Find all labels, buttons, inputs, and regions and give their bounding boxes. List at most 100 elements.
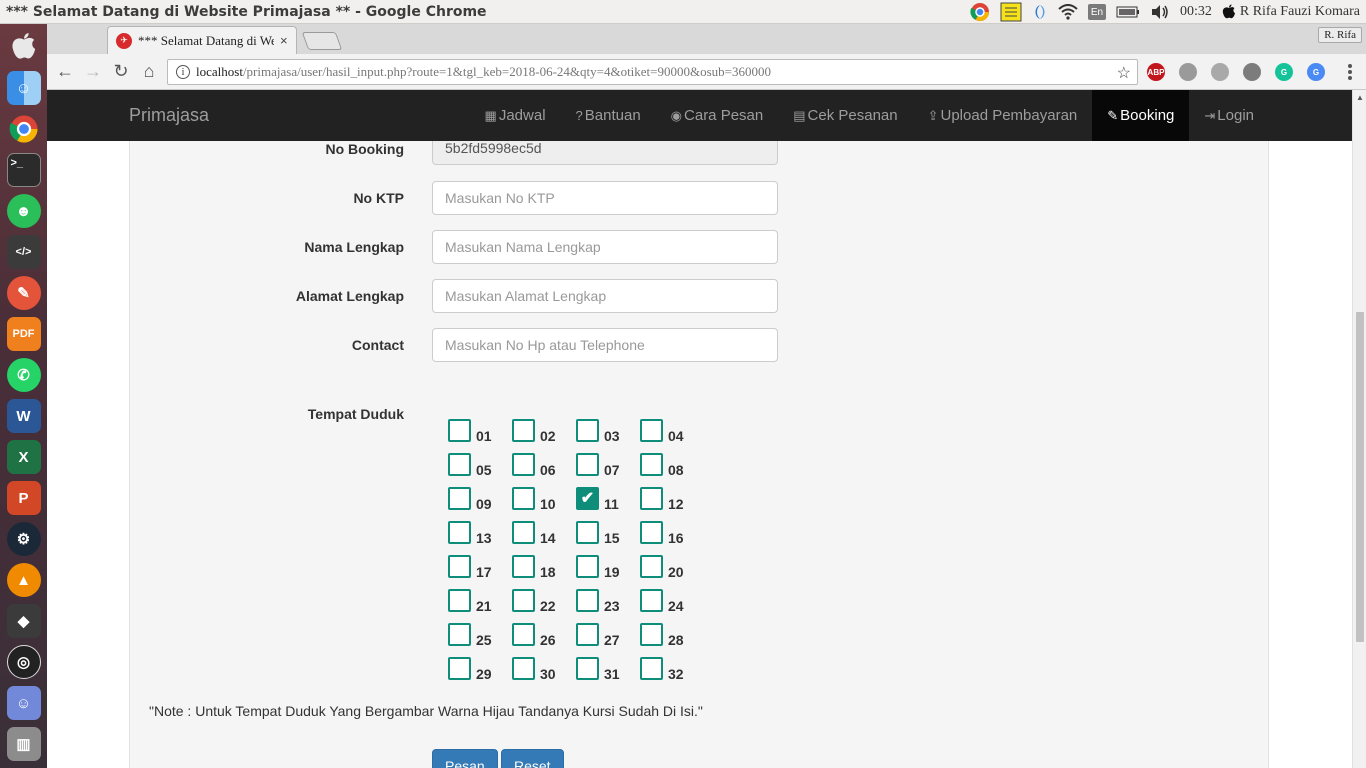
seat-03[interactable]: 03 [576,419,640,453]
seat-01[interactable]: 01 [448,419,512,453]
android-icon[interactable]: ☻ [6,194,41,228]
notes-tray-icon[interactable] [1000,2,1022,22]
seat-16[interactable]: 16 [640,521,704,555]
seat-24[interactable]: 24 [640,589,704,623]
seat-checkbox[interactable] [448,623,471,646]
site-brand[interactable]: Primajasa [129,105,209,126]
seat-checkbox[interactable] [512,453,535,476]
seat-checkbox[interactable] [512,589,535,612]
seat-checkbox[interactable] [576,623,599,646]
seat-14[interactable]: 14 [512,521,576,555]
seat-checkbox[interactable] [576,589,599,612]
seat-23[interactable]: 23 [576,589,640,623]
seat-checkbox[interactable] [640,487,663,510]
nav-booking[interactable]: ✎ Booking [1092,90,1190,141]
seat-09[interactable]: 09 [448,487,512,521]
chrome-icon[interactable] [7,112,41,146]
grammarly-icon[interactable]: G [1275,63,1293,81]
wifi-icon[interactable] [1058,4,1078,20]
nama-lengkap-input[interactable]: Masukan Nama Lengkap [432,230,778,264]
sync-tray-icon[interactable] [1032,3,1048,21]
forward-arrow-icon[interactable]: → [83,62,103,80]
seat-18[interactable]: 18 [512,555,576,589]
seat-checkbox[interactable] [512,555,535,578]
excel-icon[interactable]: X [6,440,41,474]
seat-15[interactable]: 15 [576,521,640,555]
page-scrollbar[interactable]: ▲ [1352,90,1366,768]
back-arrow-icon[interactable]: ← [55,62,75,80]
bookmark-star-icon[interactable]: ☆ [1117,63,1131,83]
seat-31[interactable]: 31 [576,657,640,691]
seat-25[interactable]: 25 [448,623,512,657]
seat-checkbox[interactable] [448,419,471,442]
globe-icon[interactable] [1211,63,1229,81]
seat-11[interactable]: ✔ 11 [576,487,640,521]
seat-13[interactable]: 13 [448,521,512,555]
seat-checkbox[interactable] [448,487,471,510]
whatsapp-icon[interactable]: ✆ [6,358,41,392]
seat-30[interactable]: 30 [512,657,576,691]
battery-icon[interactable] [1116,6,1140,18]
keyboard-language-indicator[interactable]: En [1087,4,1106,20]
code-editor-icon[interactable]: </> [6,235,41,269]
steam-icon[interactable]: ⚙ [6,522,41,556]
seat-checkbox[interactable] [512,521,535,544]
nav-upload-pembayaran[interactable]: ⇪ Upload Pembayaran [913,90,1093,141]
chrome-tray-icon[interactable] [970,2,990,22]
pesan-button[interactable]: Pesan [432,749,498,768]
translate-icon[interactable]: G [1307,63,1325,81]
clock[interactable]: 00:32 [1180,4,1212,20]
close-tab-icon[interactable]: × [280,33,288,48]
apple-icon[interactable] [7,30,41,64]
chat-icon[interactable] [1243,63,1261,81]
chrome-menu-icon[interactable] [1348,64,1352,80]
seat-08[interactable]: 08 [640,453,704,487]
seat-checkbox[interactable] [640,521,663,544]
seat-checkbox[interactable] [448,453,471,476]
seat-checkbox[interactable] [448,555,471,578]
seat-checkbox[interactable]: ✔ [576,487,599,510]
seat-checkbox[interactable] [576,657,599,680]
seat-checkbox[interactable] [576,419,599,442]
finder-icon[interactable]: ☺ [6,71,41,105]
seat-02[interactable]: 02 [512,419,576,453]
nav-jadwal[interactable]: ▦ Jadwal [470,90,561,141]
vlc-icon[interactable]: ▲ [6,563,41,597]
seat-17[interactable]: 17 [448,555,512,589]
home-icon[interactable]: ⌂ [139,62,159,80]
seat-22[interactable]: 22 [512,589,576,623]
reset-button[interactable]: Reset [501,749,564,768]
seat-21[interactable]: 21 [448,589,512,623]
seat-checkbox[interactable] [640,419,663,442]
seat-checkbox[interactable] [448,521,471,544]
seat-checkbox[interactable] [512,487,535,510]
seat-28[interactable]: 28 [640,623,704,657]
seat-checkbox[interactable] [640,453,663,476]
scrollbar-thumb[interactable] [1356,312,1364,642]
terminal-icon[interactable]: >_ [6,153,41,187]
seat-checkbox[interactable] [512,623,535,646]
word-icon[interactable]: W [6,399,41,433]
seat-26[interactable]: 26 [512,623,576,657]
alamat-lengkap-input[interactable]: Masukan Alamat Lengkap [432,279,778,313]
no-ktp-input[interactable]: Masukan No KTP [432,181,778,215]
url-text[interactable]: localhost/primajasa/user/hasil_input.php… [196,64,771,80]
seat-checkbox[interactable] [640,589,663,612]
seat-06[interactable]: 06 [512,453,576,487]
seat-checkbox[interactable] [512,419,535,442]
apple-session-icon[interactable] [1222,4,1236,20]
seat-checkbox[interactable] [448,657,471,680]
pen-icon[interactable]: ✎ [6,276,41,310]
nav-cara-pesan[interactable]: ◉ Cara Pesan [656,90,779,141]
nav-login[interactable]: ⇥ Login [1189,90,1269,141]
site-info-icon[interactable]: i [176,65,190,79]
seat-12[interactable]: 12 [640,487,704,521]
seat-04[interactable]: 04 [640,419,704,453]
inkscape-icon[interactable]: ◆ [6,604,41,638]
seat-10[interactable]: 10 [512,487,576,521]
seat-20[interactable]: 20 [640,555,704,589]
session-user[interactable]: R Rifa Fauzi Komara [1240,4,1360,20]
reload-icon[interactable]: ↻ [111,62,131,80]
address-bar[interactable]: i localhost/primajasa/user/hasil_input.p… [167,59,1138,85]
volume-icon[interactable] [1150,4,1170,20]
